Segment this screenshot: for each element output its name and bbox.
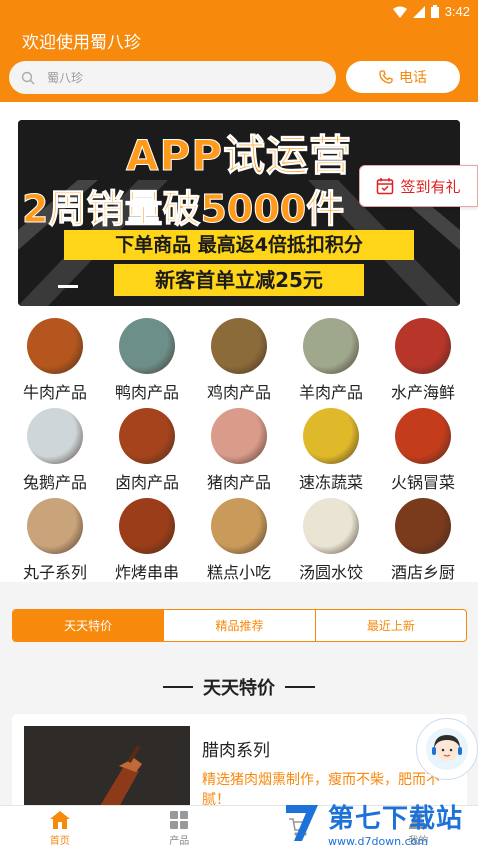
category-label: 卤肉产品 xyxy=(114,473,179,492)
category-label: 火锅冒菜 xyxy=(390,473,455,492)
phone-button[interactable]: 电话 xyxy=(346,61,460,93)
category-label: 鸭肉产品 xyxy=(114,383,179,402)
category-item[interactable]: 糕点小吃 xyxy=(193,498,285,588)
category-item[interactable]: 火锅冒菜 xyxy=(377,408,469,498)
cured-meat-picture xyxy=(24,726,190,816)
category-label: 羊肉产品 xyxy=(298,383,363,402)
customer-service-icon xyxy=(426,728,468,770)
category-label: 猪肉产品 xyxy=(206,473,271,492)
nav-cart[interactable] xyxy=(239,806,359,850)
checkin-label: 签到有礼 xyxy=(400,177,461,196)
status-time: 3:42 xyxy=(444,4,470,19)
dumpling-icon xyxy=(303,498,359,554)
category-item[interactable]: 汤圆水饺 xyxy=(285,498,377,588)
section-header: 天天特价 xyxy=(0,644,478,714)
status-icons: 3:42 xyxy=(392,4,470,19)
category-label: 速冻蔬菜 xyxy=(298,473,363,492)
product-card[interactable]: 腊肉系列 精选猪肉烟熏制作，瘦而不柴，肥而不腻！ xyxy=(12,714,467,816)
grid-icon xyxy=(170,810,189,829)
product-title: 腊肉系列 xyxy=(202,741,270,761)
nav-products-label: 产品 xyxy=(169,835,190,847)
chicken-icon xyxy=(211,318,267,374)
section-title: 天天特价 xyxy=(0,674,478,700)
skewer-icon xyxy=(119,498,175,554)
customer-service-button[interactable] xyxy=(416,718,478,780)
category-label: 丸子系列 xyxy=(22,563,87,582)
category-item[interactable]: 丸子系列 xyxy=(9,498,101,588)
user-icon xyxy=(409,811,428,829)
section-title-text: 天天特价 xyxy=(203,678,275,699)
category-grid: 牛肉产品 鸭肉产品 鸡肉产品 羊肉产品 水产海鲜兔鹅产品 卤肉产品 猪肉产品 速冻蔬菜 火锅冒菜… xyxy=(0,310,478,582)
tab-new-arrivals[interactable]: 最近上新 xyxy=(316,610,466,641)
phone-icon xyxy=(379,70,393,84)
category-item[interactable]: 猪肉产品 xyxy=(193,408,285,498)
category-item[interactable]: 卤肉产品 xyxy=(101,408,193,498)
banner-offer-2: 新客首单立减25元 xyxy=(114,264,364,296)
battery-icon xyxy=(430,5,439,18)
category-item[interactable]: 鸭肉产品 xyxy=(101,318,193,408)
cattle-icon xyxy=(27,318,83,374)
nav-mine[interactable]: 我的 xyxy=(359,806,478,850)
category-label: 汤圆水饺 xyxy=(298,563,363,582)
meatball-icon xyxy=(27,498,83,554)
category-label: 鸡肉产品 xyxy=(206,383,271,402)
frozen-vegetables-icon xyxy=(303,408,359,464)
home-icon xyxy=(49,810,70,829)
promo-banner[interactable]: APP试运营 2周销量破5000件 下单商品 最高返4倍抵扣积分 新客首单立减2… xyxy=(18,120,460,306)
category-label: 炸烤串串 xyxy=(114,563,179,582)
signal-icon xyxy=(412,5,425,18)
search-icon xyxy=(21,71,35,84)
tabs-section: 天天特价 精品推荐 最近上新 xyxy=(0,582,478,644)
category-item[interactable]: 水产海鲜 xyxy=(377,318,469,408)
wifi-icon xyxy=(392,6,407,18)
category-label: 牛肉产品 xyxy=(22,383,87,402)
category-label: 水产海鲜 xyxy=(390,383,455,402)
title-dash-right xyxy=(285,686,315,688)
product-description: 精选猪肉烟熏制作，瘦而不柴，肥而不腻！ xyxy=(202,772,440,806)
duck-icon xyxy=(119,318,175,374)
tab-recommended[interactable]: 精品推荐 xyxy=(164,610,316,641)
bottom-nav: 首页 产品 我的 xyxy=(0,805,478,850)
category-item[interactable]: 牛肉产品 xyxy=(9,318,101,408)
pig-icon xyxy=(211,408,267,464)
seafood-icon xyxy=(395,318,451,374)
welcome-title: 欢迎使用蜀八珍 xyxy=(22,33,141,53)
product-image xyxy=(24,726,190,816)
pastry-icon xyxy=(211,498,267,554)
category-item[interactable]: 酒店乡厨 xyxy=(377,498,469,588)
title-dash-left xyxy=(163,686,193,688)
cured-meat-icon xyxy=(395,498,451,554)
hotpot-icon xyxy=(395,408,451,464)
category-item[interactable]: 速冻蔬菜 xyxy=(285,408,377,498)
category-item[interactable]: 炸烤串串 xyxy=(101,498,193,588)
nav-mine-label: 我的 xyxy=(408,835,429,847)
category-item[interactable]: 兔鹅产品 xyxy=(9,408,101,498)
app-header: 欢迎使用蜀八珍 蜀八珍 电话 xyxy=(0,24,478,102)
category-item[interactable]: 鸡肉产品 xyxy=(193,318,285,408)
phone-label: 电话 xyxy=(399,70,427,86)
tab-bar: 天天特价 精品推荐 最近上新 xyxy=(12,609,467,642)
category-item[interactable]: 羊肉产品 xyxy=(285,318,377,408)
banner-subheadline: 2周销量破5000件 xyxy=(21,187,345,232)
search-input[interactable]: 蜀八珍 xyxy=(9,61,336,94)
nav-products[interactable]: 产品 xyxy=(120,806,240,850)
search-placeholder: 蜀八珍 xyxy=(47,71,84,85)
category-label: 糕点小吃 xyxy=(206,563,271,582)
cart-icon xyxy=(288,818,309,836)
goose-icon xyxy=(27,408,83,464)
goat-icon xyxy=(303,318,359,374)
checkin-button[interactable]: 签到有礼 xyxy=(359,165,478,207)
nav-home[interactable]: 首页 xyxy=(0,806,120,850)
calendar-check-icon xyxy=(377,178,394,195)
banner-offer-1: 下单商品 最高返4倍抵扣积分 xyxy=(64,230,414,260)
status-bar: 3:42 xyxy=(0,0,478,24)
category-label: 兔鹅产品 xyxy=(22,473,87,492)
category-label: 酒店乡厨 xyxy=(390,563,455,582)
tab-daily-deals[interactable]: 天天特价 xyxy=(13,610,165,641)
nav-home-label: 首页 xyxy=(49,835,70,847)
braised-meat-icon xyxy=(119,408,175,464)
